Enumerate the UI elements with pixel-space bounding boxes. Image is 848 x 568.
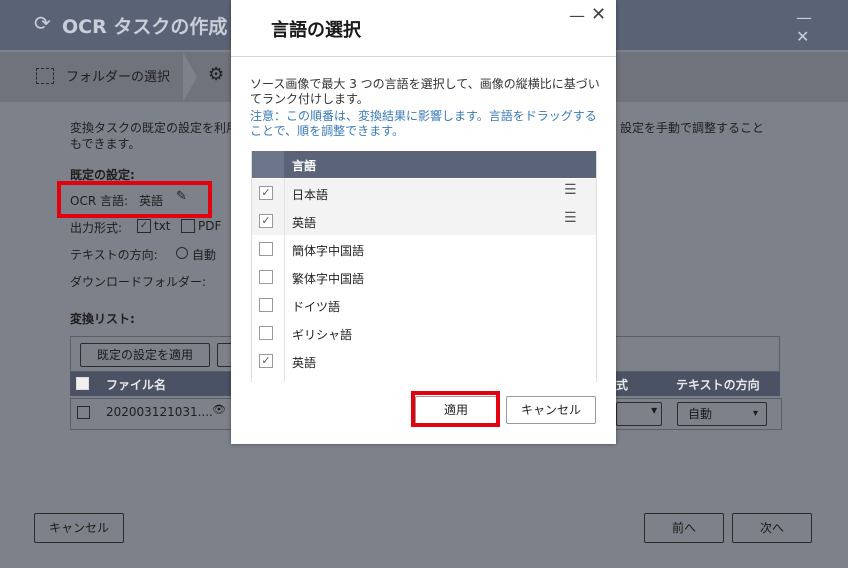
format-dropdown[interactable]: ▾: [616, 402, 662, 426]
ocr-language-value: 英語: [139, 194, 164, 208]
checkbox-cell: [252, 263, 285, 291]
auto-radio-label: 自動: [192, 248, 217, 262]
close-icon[interactable]: ✕: [591, 4, 606, 25]
language-label: 日本語: [292, 188, 329, 202]
step-arrow: [183, 52, 197, 102]
apply-defaults-button[interactable]: 既定の設定を適用: [80, 343, 210, 367]
dialog-note: 注意：この順番は、変換結果に影響します。言語をドラッグすることで、順を調整できま…: [250, 109, 597, 138]
language-checkbox[interactable]: [259, 298, 273, 312]
dialog-title: 言語の選択: [271, 20, 361, 41]
txt-label: txt: [154, 219, 171, 233]
language-table: 言語 ✓ 日本語 ☰ ✓ 英語 ☰ 簡体字中国語 繁体字中国語 ドイツ語ギリシャ語 ✓ 英語: [251, 151, 597, 382]
intro-text: 変換タスクの既定の設定を利用: [70, 121, 239, 135]
language-checkbox[interactable]: [259, 270, 273, 284]
output-format-label: 出力形式:: [70, 221, 123, 235]
minimize-icon[interactable]: —: [569, 6, 585, 25]
checkbox-cell: ✓: [252, 347, 285, 375]
auto-radio[interactable]: [176, 247, 188, 259]
language-row[interactable]: 簡体字中国語: [252, 235, 596, 264]
text-direction-label: テキストの方向:: [70, 248, 158, 262]
language-row[interactable]: ギリシャ語: [252, 319, 596, 348]
language-column-header: 言語: [292, 159, 317, 173]
language-label: 簡体字中国語: [292, 244, 365, 258]
edit-icon[interactable]: ✎: [176, 189, 187, 204]
chevron-down-icon: ▾: [752, 408, 758, 419]
ocr-app-icon: ⟳: [34, 11, 51, 35]
convert-list-heading: 変換リスト:: [70, 312, 135, 326]
language-checkbox[interactable]: ✓: [259, 354, 273, 368]
wizard-cancel-button[interactable]: キャンセル: [34, 513, 124, 543]
language-checkbox[interactable]: ✓: [259, 186, 273, 200]
gear-icon: ⚙: [208, 64, 225, 85]
language-row[interactable]: ✓ 英語: [252, 347, 596, 376]
step-select-folder: フォルダーの選択: [66, 70, 171, 85]
language-row[interactable]: ドイツ語: [252, 291, 596, 320]
language-select-dialog: 言語の選択 — ✕ ソース画像で最大 3 つの言語を選択して、画像の縦横比に基づ…: [231, 0, 616, 444]
checkbox-cell: ✓: [252, 179, 285, 207]
checkbox-cell: ✓: [252, 207, 285, 235]
dialog-description: ソース画像で最大 3 つの言語を選択して、画像の縦横比に基づいてランク付けします…: [250, 77, 600, 106]
header-checkbox-cell: [252, 151, 284, 178]
language-label: 繁体字中国語: [292, 272, 365, 286]
pdf-checkbox[interactable]: [181, 219, 195, 233]
language-checkbox[interactable]: [259, 242, 273, 256]
checkbox-cell: [252, 291, 285, 319]
intro-text-2: もできます。: [70, 137, 141, 151]
wizard-title: OCR タスクの作成: [62, 16, 228, 38]
language-row[interactable]: ✓ 英語 ☰: [252, 207, 596, 236]
direction-dropdown[interactable]: 自動 ▾: [677, 402, 767, 426]
dialog-cancel-button[interactable]: キャンセル: [506, 396, 596, 424]
column-direction: テキストの方向: [676, 378, 760, 392]
checkbox-cell: [252, 319, 285, 347]
row-filename: 202003121031....: [106, 405, 213, 419]
checkbox-cell: [252, 235, 285, 263]
language-checkbox[interactable]: [259, 326, 273, 340]
apply-button-highlight: [411, 391, 500, 427]
row-checkbox[interactable]: [77, 406, 90, 419]
language-label: 英語: [292, 356, 317, 370]
language-label: ギリシャ語: [292, 328, 353, 342]
drag-handle-icon[interactable]: ☰: [564, 182, 577, 198]
eye-icon[interactable]: 👁: [212, 403, 226, 416]
column-filename: ファイル名: [106, 378, 167, 392]
pdf-label: PDF: [198, 219, 222, 233]
wizard-window-controls[interactable]: —✕: [796, 8, 848, 46]
language-label: 英語: [292, 216, 317, 230]
language-label: ドイツ語: [292, 300, 341, 314]
prev-button[interactable]: 前へ: [644, 513, 724, 543]
checkbox-cell: [252, 375, 285, 382]
intro-text-right: 設定を手動で調整すること: [620, 121, 765, 135]
column-format: 式: [616, 378, 629, 392]
folder-image-icon: [36, 68, 54, 84]
direction-dropdown-value: 自動: [688, 407, 713, 421]
txt-checkbox[interactable]: ✓: [137, 219, 151, 233]
next-button[interactable]: 次へ: [732, 513, 812, 543]
dialog-divider: [231, 56, 616, 57]
ocr-language-label: OCR 言語:: [70, 194, 129, 208]
drag-handle-icon[interactable]: ☰: [564, 210, 577, 226]
language-row[interactable]: 繁体字中国語: [252, 263, 596, 292]
select-all-checkbox[interactable]: [76, 377, 89, 390]
language-row[interactable]: ✓ 日本語 ☰: [252, 179, 596, 208]
download-folder-label: ダウンロードフォルダー:: [70, 275, 207, 289]
language-row-partial[interactable]: [252, 375, 596, 382]
language-checkbox[interactable]: ✓: [259, 214, 273, 228]
